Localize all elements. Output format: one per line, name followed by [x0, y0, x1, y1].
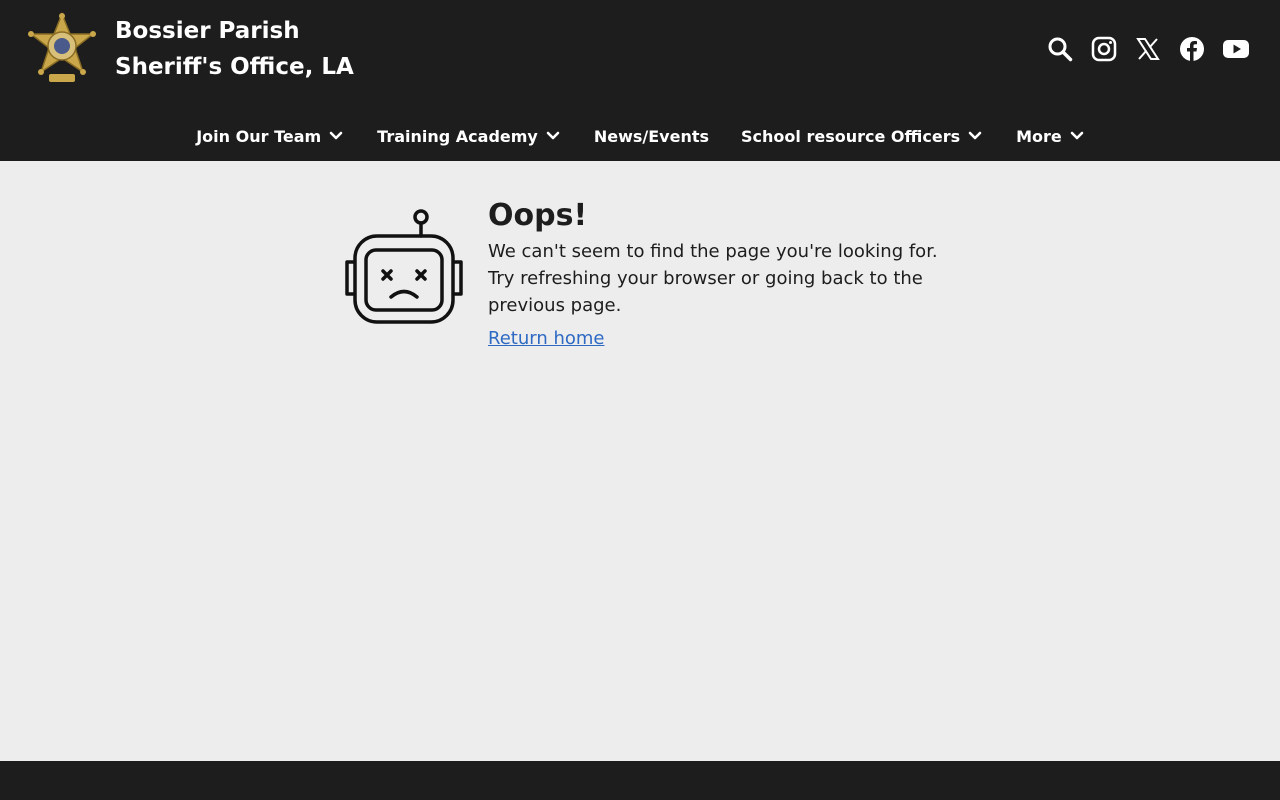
nav-item-school-resource-officers[interactable]: School resource Officers [741, 127, 982, 146]
site-footer [0, 761, 1280, 800]
nav-item-more[interactable]: More [1016, 127, 1084, 146]
youtube-icon[interactable] [1222, 35, 1250, 63]
site-title-line2: Sheriff's Office, LA [115, 54, 354, 80]
site-title[interactable]: Bossier Parish Sheriff's Office, LA [115, 13, 415, 85]
x-icon[interactable] [1134, 35, 1162, 63]
site-title-line1: Bossier Parish [115, 18, 300, 44]
chevron-down-icon [1070, 131, 1084, 141]
error-message: We can't seem to find the page you're lo… [488, 241, 938, 316]
search-icon[interactable] [1046, 35, 1074, 63]
nav-item-label: School resource Officers [741, 126, 961, 146]
social-links [1046, 35, 1250, 63]
instagram-icon[interactable] [1090, 35, 1118, 63]
nav-item-label: Training Academy [377, 126, 538, 146]
chevron-down-icon [546, 131, 560, 141]
return-home-link[interactable]: Return home [488, 327, 604, 351]
facebook-icon[interactable] [1178, 35, 1206, 63]
chevron-down-icon [329, 131, 343, 141]
nav-item-label: Join Our Team [196, 126, 322, 146]
main-nav: Join Our Team Training Academy News/Even… [0, 118, 1280, 154]
nav-item-label: News/Events [593, 126, 710, 146]
chevron-down-icon [968, 131, 982, 141]
nav-item-join-our-team[interactable]: Join Our Team [196, 127, 343, 146]
site-header: Bossier Parish Sheriff's Office, LA Join… [0, 0, 1280, 161]
error-title: Oops! [488, 198, 588, 233]
nav-item-news-events[interactable]: News/Events [594, 127, 709, 146]
error-text: Oops! We can't seem to find the page you… [488, 198, 963, 351]
sad-robot-icon [345, 209, 463, 324]
nav-item-training-academy[interactable]: Training Academy [377, 127, 560, 146]
sheriff-badge-logo[interactable] [27, 12, 97, 88]
nav-item-label: More [1016, 126, 1062, 146]
